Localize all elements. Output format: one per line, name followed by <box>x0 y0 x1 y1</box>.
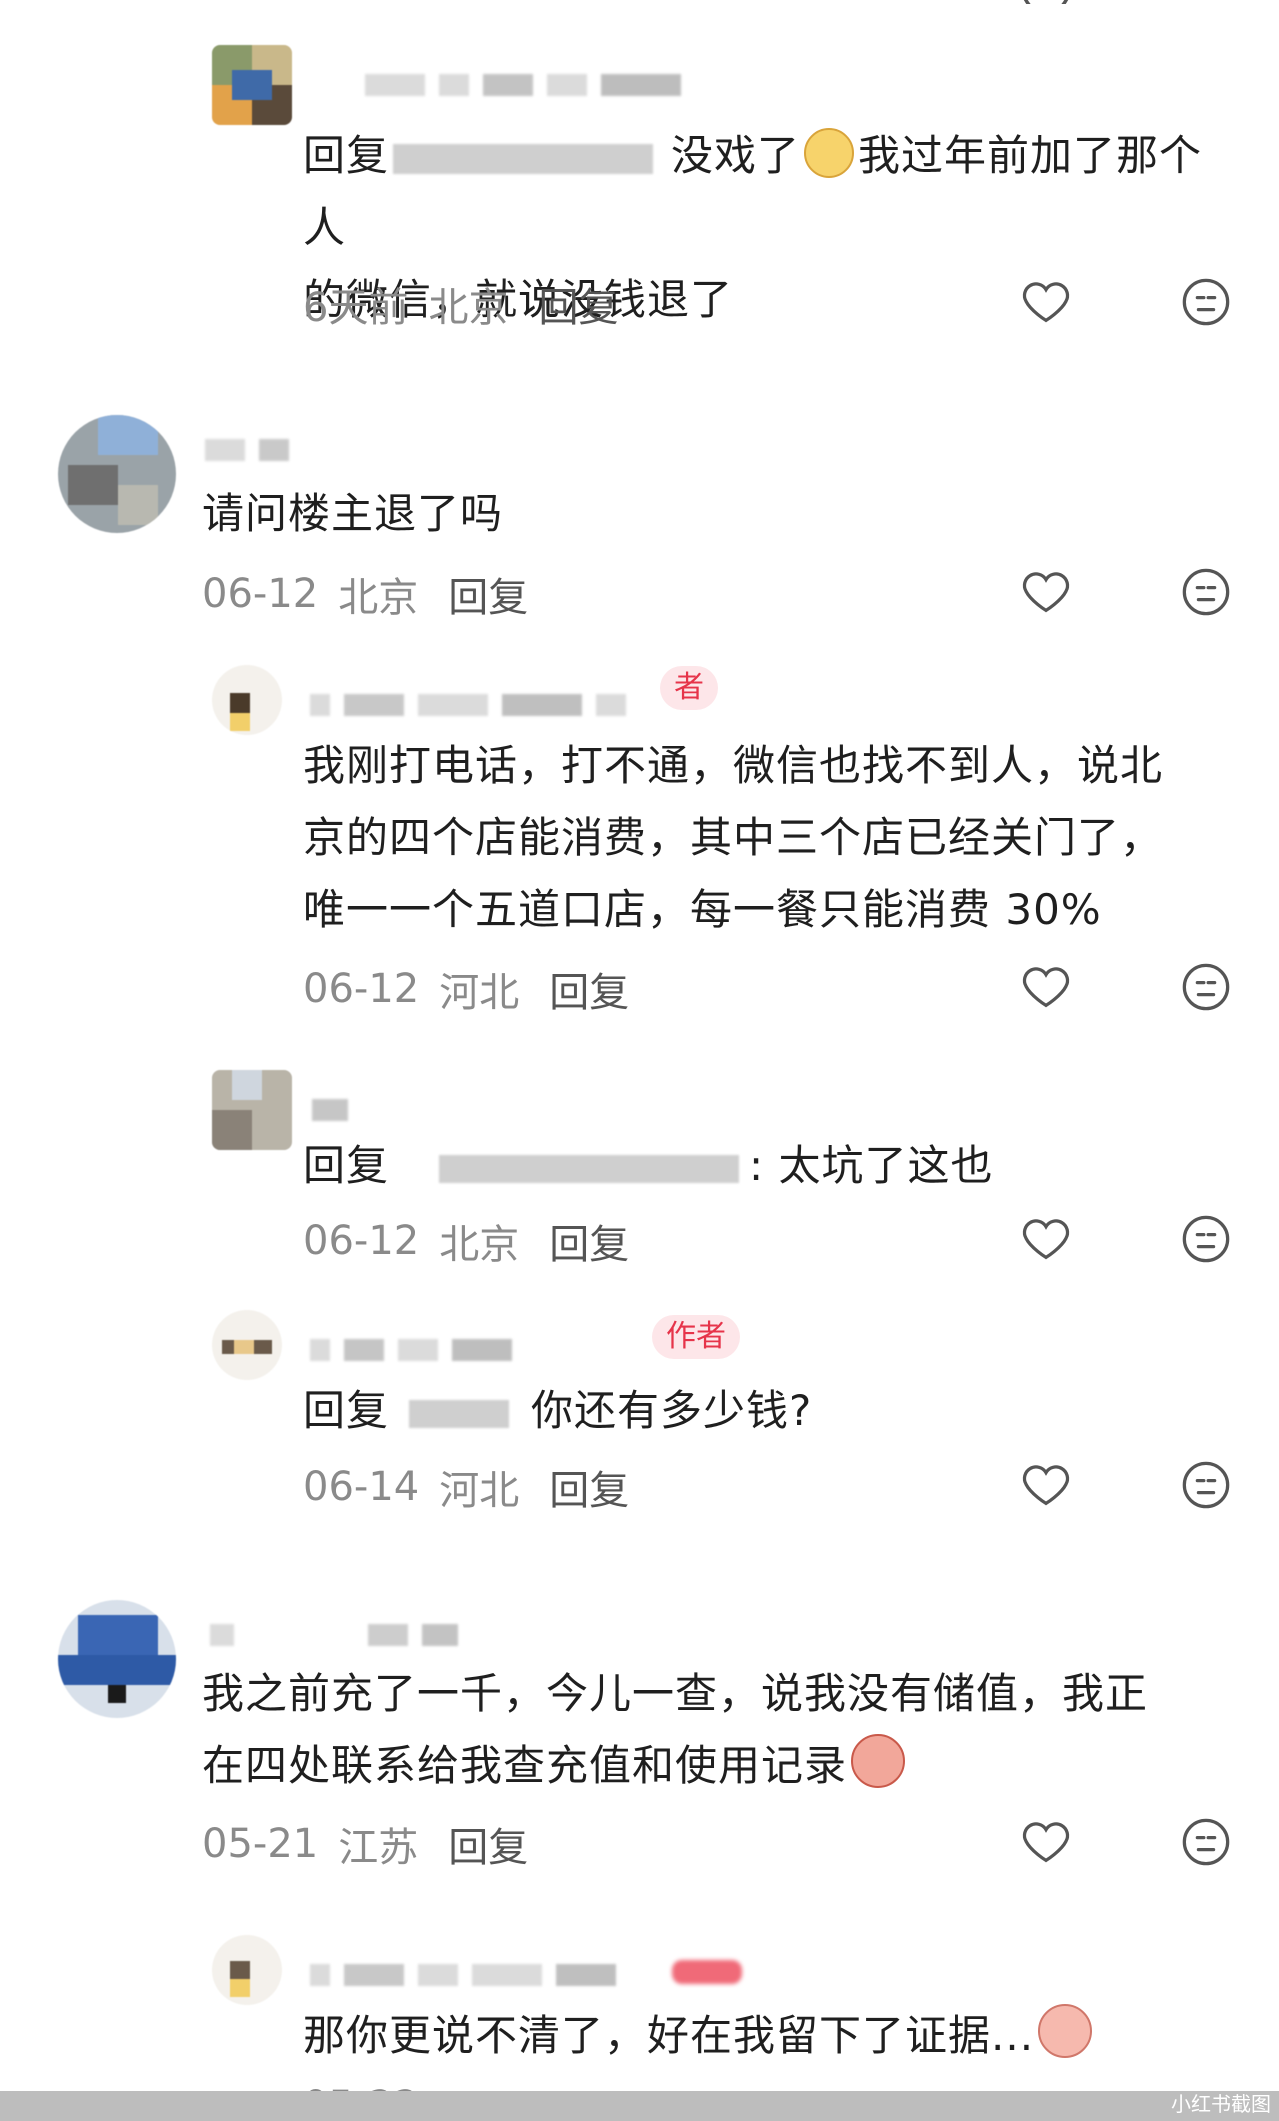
comment-text: 我刚打电话，打不通，微信也找不到人，说北 京的四个店能消费，其中三个店已经关门了… <box>303 741 1164 934</box>
comment-time: 06-14 <box>303 1464 420 1510</box>
comment-text: 那你更说不清了，好在我留下了证据... <box>303 2000 1096 2072</box>
neutral-face-icon[interactable] <box>1180 1213 1232 1265</box>
heart-outline-icon[interactable] <box>1020 961 1072 1013</box>
dog-face-emoji-icon <box>804 128 855 178</box>
comment-time: 06-12 <box>303 966 420 1012</box>
comment-text: 回复: 太坑了这也 <box>303 1141 994 1190</box>
comment-meta: 06-12 河北 回复 <box>303 960 629 1018</box>
comment-location: 北京 <box>338 575 419 621</box>
comment-top-level-2: 我之前充了一千，今儿一查，说我没有储值，我正 在四处联系给我查充值和使用记录 0… <box>0 1590 1279 1890</box>
comment-location: 北京 <box>428 285 509 331</box>
author-badge: 者 <box>660 666 718 710</box>
neutral-face-icon[interactable] <box>1180 276 1232 328</box>
avatar[interactable] <box>212 665 282 735</box>
username-blurred[interactable] <box>310 690 626 720</box>
neutral-face-icon[interactable] <box>1180 961 1232 1013</box>
reply-prefix: 回复 <box>303 1386 390 1435</box>
sweat-face-emoji-icon <box>1038 2004 1093 2058</box>
username-blurred[interactable] <box>310 1960 616 1990</box>
comment-reply-4: 作者 回复 你还有多少钱? 06-14 河北 回复 <box>0 1295 1279 1545</box>
neutral-face-icon[interactable] <box>1180 1459 1232 1511</box>
comment-location: 河北 <box>439 1468 520 1514</box>
comment-time: 06-12 <box>303 1218 420 1264</box>
username-blurred[interactable] <box>365 70 681 100</box>
avatar[interactable] <box>212 1310 282 1380</box>
heart-outline-icon[interactable] <box>1020 1459 1072 1511</box>
reply-button[interactable]: 回复 <box>549 1212 629 1270</box>
neutral-face-icon[interactable] <box>1180 1816 1232 1868</box>
comment-location: 河北 <box>439 970 520 1016</box>
mentioned-user-blurred[interactable] <box>393 143 654 174</box>
comment-text: 我之前充了一千，今儿一查，说我没有储值，我正 在四处联系给我查充值和使用记录 <box>202 1669 1149 1790</box>
comment-meta: 6天前 北京 回复 <box>303 275 618 333</box>
avatar[interactable] <box>212 1070 292 1150</box>
avatar[interactable] <box>58 1600 176 1718</box>
username-blurred[interactable] <box>312 1095 348 1125</box>
heart-outline-icon[interactable] <box>1020 276 1072 328</box>
comment-text: 回复 你还有多少钱? <box>303 1386 813 1435</box>
comment-time: 06-12 <box>202 571 319 617</box>
avatar[interactable] <box>212 1935 282 2005</box>
comment-text: 请问楼主退了吗 <box>202 489 504 538</box>
heart-outline-icon[interactable] <box>1020 566 1072 618</box>
comment-meta: 06-12 北京 回复 <box>303 1212 629 1270</box>
reply-button[interactable]: 回复 <box>549 960 629 1018</box>
comment-reply-3: 回复: 太坑了这也 06-12 北京 回复 <box>0 1040 1279 1290</box>
bottom-bar: 小红书截图 <box>0 2091 1279 2121</box>
avatar[interactable] <box>212 45 292 125</box>
comment-meta: 06-12 北京 回复 <box>202 565 528 623</box>
comment-location: 江苏 <box>338 1825 419 1871</box>
heart-outline-icon[interactable] <box>1020 1213 1072 1265</box>
comment-top-level-1: 请问楼主退了吗 06-12 北京 回复 <box>0 400 1279 640</box>
username-blurred[interactable] <box>205 435 289 465</box>
reply-prefix: 回复 <box>303 1141 390 1190</box>
comment-time: 6天前 <box>303 285 409 331</box>
reply-button[interactable]: 回复 <box>448 1815 528 1873</box>
username-blurred[interactable] <box>210 1620 458 1650</box>
reply-button[interactable]: 回复 <box>448 565 528 623</box>
comment-reply-1: 回复 没戏了 我过年前加了那个人 的微信，就说没钱退了 6天前 北京 回复 <box>0 0 1279 360</box>
author-badge: 作者 <box>652 1315 740 1359</box>
comment-location: 北京 <box>439 1222 520 1268</box>
crying-face-emoji-icon <box>851 1734 906 1788</box>
author-badge-blurred <box>672 1960 742 1984</box>
comment-meta: 05-21 江苏 回复 <box>202 1815 528 1873</box>
watermark: 小红书截图 <box>1171 2092 1271 2116</box>
reply-button[interactable]: 回复 <box>538 275 618 333</box>
avatar[interactable] <box>58 415 176 533</box>
mentioned-user-blurred[interactable] <box>439 1154 740 1183</box>
reply-prefix: 回复 <box>303 131 390 180</box>
username-blurred[interactable] <box>310 1335 512 1365</box>
mentioned-user-blurred[interactable] <box>409 1399 510 1428</box>
comment-reply-2: 者 我刚打电话，打不通，微信也找不到人，说北 京的四个店能消费，其中三个店已经关… <box>0 650 1279 1030</box>
comment-meta: 06-14 河北 回复 <box>303 1458 629 1516</box>
heart-outline-icon[interactable] <box>1020 1816 1072 1868</box>
neutral-face-icon[interactable] <box>1180 566 1232 618</box>
reply-button[interactable]: 回复 <box>549 1458 629 1516</box>
comment-time: 05-21 <box>202 1821 319 1867</box>
